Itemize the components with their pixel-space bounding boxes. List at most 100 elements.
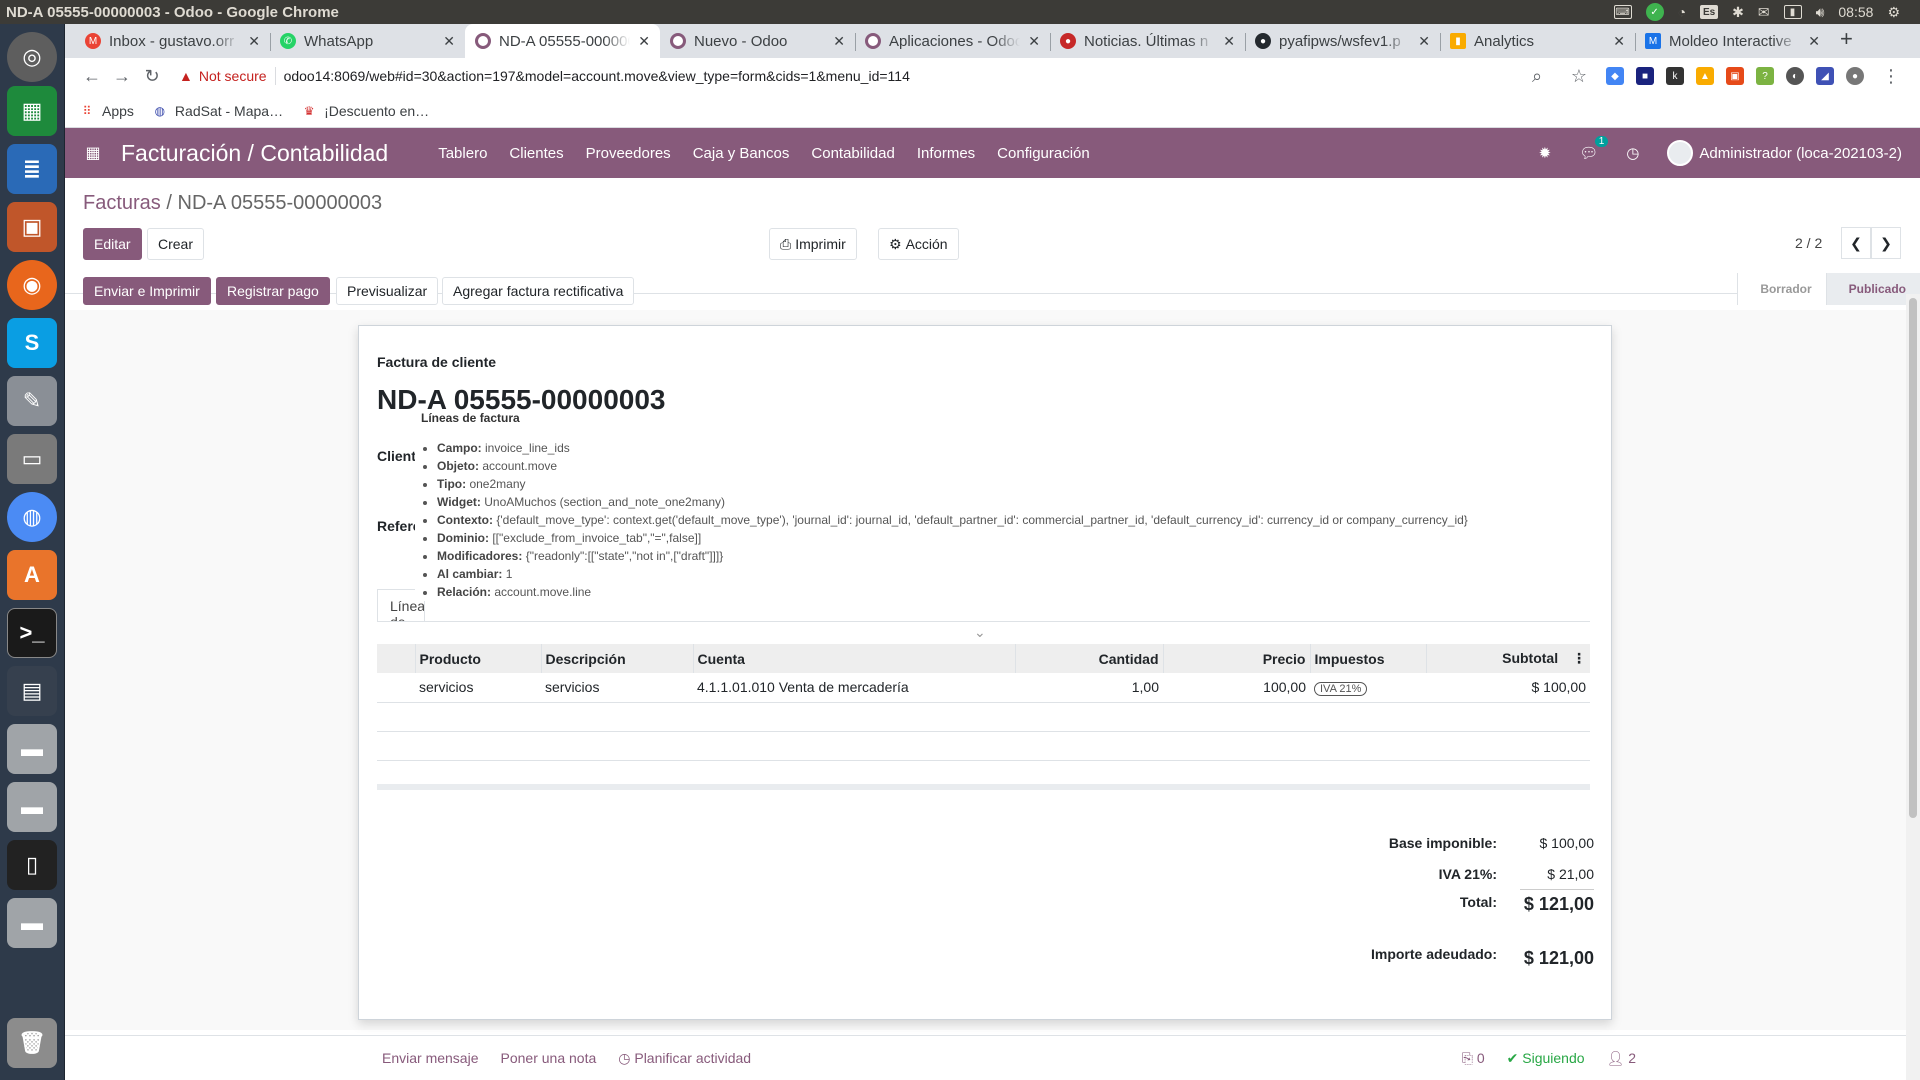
cell-product[interactable]: servicios (415, 673, 541, 703)
table-row[interactable]: servicios servicios 4.1.1.01.010 Venta d… (377, 673, 1590, 703)
menu-item-clientes[interactable]: Clientes (509, 145, 563, 162)
browser-tab[interactable]: ✆ WhatsApp ✕ (270, 24, 465, 58)
update-check-icon[interactable]: ✓ (1645, 3, 1664, 21)
power-gear-icon[interactable]: ⚙ (1887, 4, 1900, 21)
writer-icon[interactable]: ≣ (7, 144, 57, 194)
chrome-icon[interactable]: ◍ (7, 492, 57, 542)
browser-tab[interactable]: Aplicaciones - Odoo ✕ (855, 24, 1050, 58)
impress-icon[interactable]: ▣ (7, 202, 57, 252)
address-bar[interactable]: ▲ Not secure odoo14:8069/web#id=30&actio… (179, 67, 910, 85)
extension-icon[interactable]: ■ (1636, 67, 1654, 85)
column-header[interactable]: Producto (415, 644, 542, 673)
pager-next-button[interactable]: ❯ (1871, 227, 1901, 259)
preview-button[interactable]: Previsualizar (336, 277, 439, 305)
menu-item-tablero[interactable]: Tablero (438, 145, 487, 162)
page-scrollbar[interactable] (1906, 294, 1920, 1080)
language-indicator[interactable]: Es (1700, 5, 1719, 19)
pager-previous-button[interactable]: ❮ (1841, 227, 1871, 259)
menu-item-contabilidad[interactable]: Contabilidad (811, 145, 894, 162)
keyboard-icon[interactable]: ⌨ (1613, 5, 1632, 19)
back-arrow-icon[interactable]: ← (77, 66, 107, 87)
action-button[interactable]: ⚙ Acción (878, 228, 959, 260)
ubuntu-dash-icon[interactable]: ◎ (7, 32, 57, 82)
extension-icon[interactable]: ◆ (1606, 67, 1624, 85)
followers-button[interactable]: 👤︎ 2 (1607, 1050, 1636, 1067)
extension-icon[interactable]: ? (1756, 67, 1774, 85)
status-draft[interactable]: Borrador (1737, 273, 1826, 305)
debug-bug-icon[interactable]: ✹ (1539, 144, 1552, 162)
menu-item-caja-bancos[interactable]: Caja y Bancos (693, 145, 790, 162)
browser-tab[interactable]: ● Noticias. Últimas n ✕ (1050, 24, 1245, 58)
follow-button[interactable]: ✔ Siguiendo (1507, 1050, 1585, 1067)
mail-icon[interactable]: ✉ (1758, 4, 1770, 21)
zoom-icon[interactable]: ⌕ (1522, 66, 1552, 87)
extension-icon[interactable]: ◢ (1816, 67, 1834, 85)
close-icon[interactable]: ✕ (638, 33, 650, 50)
add-credit-note-button[interactable]: Agregar factura rectificativa (442, 277, 635, 305)
spreadsheet-icon[interactable]: ▦ (7, 86, 57, 136)
column-header[interactable]: Cantidad (1015, 644, 1164, 673)
browser-tab[interactable]: Nuevo - Odoo ✕ (660, 24, 855, 58)
bluetooth-icon[interactable]: ✱ (1732, 4, 1744, 21)
column-header[interactable]: Descripción (541, 644, 694, 673)
software-center-icon[interactable]: A (7, 550, 57, 600)
chrome-menu-icon[interactable]: ⋮ (1876, 66, 1906, 87)
clock[interactable]: 08:58 (1838, 4, 1873, 20)
browser-tab[interactable]: ● pyafipws/wsfev1.p ✕ (1245, 24, 1440, 58)
close-icon[interactable]: ✕ (443, 33, 455, 50)
column-options-icon[interactable]: ⋮ (1572, 650, 1586, 666)
menu-item-proveedores[interactable]: Proveedores (586, 145, 671, 162)
files-icon[interactable]: ▭ (7, 434, 57, 484)
drive-icon-3[interactable]: ▬ (7, 898, 57, 948)
browser-tab[interactable]: ▮ Analytics ✕ (1440, 24, 1635, 58)
column-header-subtotal[interactable]: Subtotal ⋮ (1426, 644, 1590, 673)
skype-icon[interactable]: S (7, 318, 57, 368)
volume-icon[interactable]: 🔊︎ (1816, 4, 1825, 21)
cell-taxes[interactable]: IVA 21% (1310, 673, 1426, 703)
app-name[interactable]: Facturación / Contabilidad (121, 140, 388, 167)
breadcrumb-parent[interactable]: Facturas (83, 192, 161, 214)
scrollbar-thumb[interactable] (1909, 298, 1917, 818)
browser-tab[interactable]: M Moldeo Interactive ✕ (1635, 24, 1830, 58)
column-header[interactable]: Impuestos (1310, 644, 1427, 673)
close-icon[interactable]: ✕ (1418, 33, 1430, 50)
trash-icon[interactable]: 🗑︎ (7, 1018, 57, 1068)
close-icon[interactable]: ✕ (248, 33, 260, 50)
column-header[interactable]: Precio (1163, 644, 1311, 673)
reload-icon[interactable]: ↻ (137, 66, 167, 87)
browser-tab-active[interactable]: ND-A 05555-00000003 ✕ (465, 24, 660, 58)
pager-value[interactable]: 2 / 2 (1795, 235, 1822, 251)
close-icon[interactable]: ✕ (1808, 33, 1820, 50)
apps-menu-icon[interactable]: ▦ (73, 143, 113, 163)
activity-clock-icon[interactable]: ◷ (1626, 144, 1639, 162)
close-icon[interactable]: ✕ (1613, 33, 1625, 50)
extension-icon[interactable]: k (1666, 67, 1684, 85)
messages-icon[interactable]: 💬︎ 1 (1579, 136, 1609, 162)
firefox-icon[interactable]: ◉ (7, 260, 57, 310)
workspaces-icon[interactable]: ▤ (7, 666, 57, 716)
drive-icon-2[interactable]: ▬ (7, 782, 57, 832)
phone-icon[interactable]: ▯ (7, 840, 57, 890)
register-payment-button[interactable]: Registrar pago (216, 277, 330, 305)
cell-quantity[interactable]: 1,00 (1015, 673, 1163, 703)
close-icon[interactable]: ✕ (1223, 33, 1235, 50)
bookmark-star-icon[interactable]: ☆ (1564, 66, 1594, 87)
menu-item-informes[interactable]: Informes (917, 145, 975, 162)
log-note-button[interactable]: Poner una nota (501, 1050, 597, 1066)
edit-button[interactable]: Editar (83, 228, 142, 260)
extension-icon[interactable]: ▣ (1726, 67, 1744, 85)
forward-arrow-icon[interactable]: → (107, 66, 137, 87)
schedule-activity-button[interactable]: ◷ Planificar actividad (618, 1050, 751, 1067)
bookmark-descuento[interactable]: ♛ ¡Descuento en… (301, 103, 429, 119)
new-tab-button[interactable]: + (1830, 26, 1863, 58)
battery-icon[interactable]: ▮ (1783, 5, 1802, 19)
profile-avatar-icon[interactable]: ● (1846, 67, 1864, 85)
settings-icon[interactable]: ✎ (7, 376, 57, 426)
cell-account[interactable]: 4.1.1.01.010 Venta de mercadería (693, 673, 1015, 703)
drive-icon-1[interactable]: ▬ (7, 724, 57, 774)
bookmark-radsat[interactable]: ◍ RadSat - Mapa… (152, 103, 283, 119)
send-message-button[interactable]: Enviar mensaje (382, 1050, 479, 1066)
url-text[interactable]: odoo14:8069/web#id=30&action=197&model=a… (284, 68, 910, 84)
close-icon[interactable]: ✕ (1028, 33, 1040, 50)
wifi-icon[interactable]: ◔ (1678, 4, 1686, 20)
